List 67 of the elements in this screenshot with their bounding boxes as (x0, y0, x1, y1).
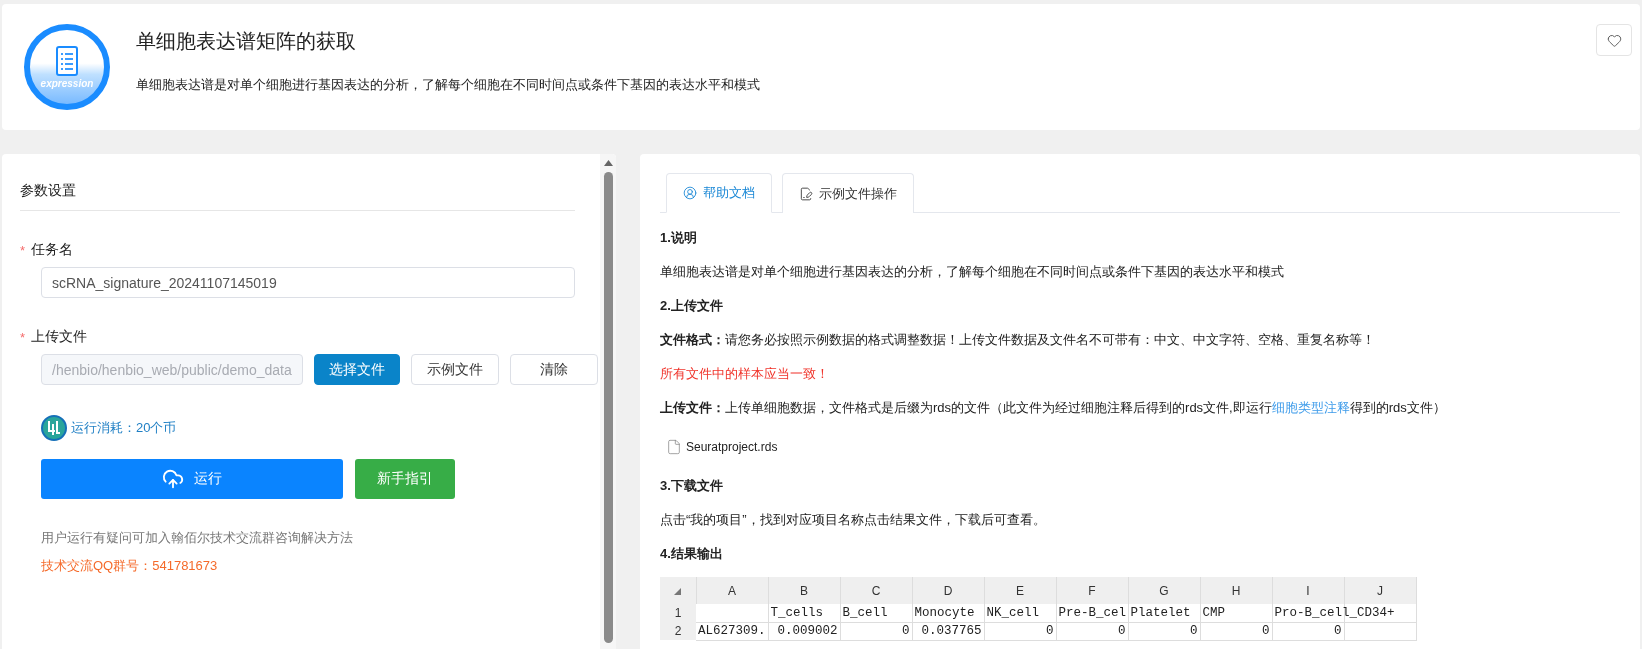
table-cell: B_cell (842, 605, 888, 620)
user-circle-icon (683, 186, 697, 200)
column-header: G (1128, 577, 1200, 604)
table-cell: 0.037765 (921, 624, 982, 638)
section-heading: 1.说明 (660, 229, 698, 247)
table-cell: Platelet (1130, 605, 1191, 620)
field-label: 上传文件 (31, 328, 88, 346)
table-cell: T_cells (770, 605, 823, 620)
page-title: 单细胞表达谱矩阵的获取 (136, 29, 357, 54)
file-name: Seuratproject.rds (686, 440, 778, 454)
column-header: B (768, 577, 840, 604)
guide-button[interactable]: 新手指引 (355, 459, 455, 499)
scroll-up-icon[interactable] (603, 160, 613, 166)
table-cell: 0 (902, 624, 910, 638)
input-field[interactable]: scRNA_signature_20241107145019 (41, 267, 575, 298)
column-header: J (1344, 577, 1416, 604)
help-text: 用户运行有疑问可加入翰佰尔技术交流群咨询解决方法 (41, 529, 354, 547)
column-header: A (696, 577, 768, 604)
column-header: C (840, 577, 912, 604)
annotation-link[interactable]: 细胞类型注释 (1271, 400, 1350, 415)
column-header: D (912, 577, 984, 604)
paragraph: 文件格式：请您务必按照示例数据的格式调整数据！上传文件数据及文件名不可带有：中文、中文字符、空格、重复名称等！ (660, 331, 1376, 349)
paragraph: 点击“我的项目”，找到对应项目名称点击结果文件，下载后可查看。 (660, 511, 1047, 529)
corner-icon (674, 587, 682, 595)
paragraph: 上传文件：上传单细胞数据，文件格式是后缀为rds的文件（此文件为经过细胞注释后得到的rds文件,即运行细胞类型注释得到的rds文件） (660, 399, 1447, 417)
section-heading: 2.上传文件 (660, 297, 724, 315)
section-title: 参数设置 (20, 182, 575, 211)
required-mark: * (20, 242, 26, 258)
warning-text: 所有文件中的样本应当一致！ (660, 365, 830, 383)
tab[interactable]: 示例文件操作 (782, 173, 914, 213)
column-header: H (1200, 577, 1272, 604)
table-cell: 0 (1334, 624, 1342, 638)
table-cell: Monocyte (914, 605, 975, 620)
tab[interactable]: 帮助文档 (666, 173, 772, 213)
section-heading: 4.结果输出 (660, 545, 724, 563)
favorite-button[interactable] (1596, 24, 1632, 56)
table-cell: CMP (1202, 605, 1225, 620)
logo-text: expression (40, 77, 94, 89)
field-label: 任务名 (31, 241, 74, 259)
heart-icon (1606, 32, 1622, 48)
table-cell: AL627309. (698, 624, 766, 638)
table-cell: Pre-B_cel (1058, 605, 1126, 620)
column-header: E (984, 577, 1056, 604)
table-cell: 0 (1118, 624, 1126, 638)
table-cell: Pro-B_cell_CD34+ (1274, 605, 1395, 620)
document-icon (56, 45, 78, 76)
column-header: F (1056, 577, 1128, 604)
table-cell: 0 (1262, 624, 1270, 638)
cloud-upload-icon (162, 468, 184, 490)
table-cell: 0.009002 (777, 624, 838, 638)
run-button[interactable]: 运行 (41, 459, 343, 499)
table-cell: 0 (1190, 624, 1198, 638)
page-description: 单细胞表达谱是对单个细胞进行基因表达的分析，了解每个细胞在不同时间点或条件下基因的表达水平和模式 (136, 77, 760, 94)
file-icon (666, 439, 682, 455)
table-cell: 0 (1046, 624, 1054, 638)
coin-icon (41, 415, 67, 441)
required-mark: * (20, 329, 26, 345)
paragraph: 单细胞表达谱是对单个细胞进行基因表达的分析，了解每个细胞在不同时间点或条件下基因的表达水平和模式 (660, 263, 1285, 281)
row-number: 1 (660, 604, 696, 622)
edit-file-icon (799, 186, 813, 201)
row-number: 2 (660, 622, 696, 640)
scrollbar[interactable] (600, 154, 616, 649)
column-header: I (1272, 577, 1344, 604)
cost-text: 运行消耗：20个币 (71, 419, 177, 437)
qq-group-text: 技术交流QQ群号：541781673 (41, 557, 219, 575)
table-cell: NK_cell (986, 605, 1039, 620)
section-heading: 3.下载文件 (660, 477, 724, 495)
